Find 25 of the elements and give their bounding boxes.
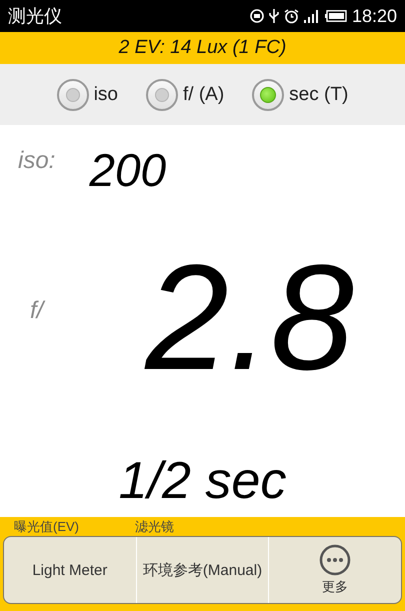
battery-icon [324,10,347,22]
more-button[interactable]: 更多 [268,537,401,603]
clock-time: 18:20 [352,6,397,26]
radio-button[interactable] [56,78,89,110]
record-icon [250,9,264,23]
iso-label: iso: [18,147,56,175]
menu-item[interactable]: 环境参考(Manual) [136,537,268,603]
more-icon [319,544,352,576]
usb-icon [268,8,279,24]
signal-icon [304,9,320,23]
radio-label[interactable]: sec (T) [289,84,348,106]
section-label: 滤光镜 [135,520,174,534]
iso-value: 200 [89,143,166,197]
radio-button[interactable] [252,78,284,110]
aperture-value: 2.8 [145,242,354,392]
section-label: 曝光值(EV) [14,520,79,534]
radio-label[interactable]: iso [94,84,118,106]
radio-label[interactable]: f/ (A) [183,84,224,106]
app-title: 测光仪 [8,5,63,28]
exposure-reading: 2 EV: 14 Lux (1 FC) [118,37,286,59]
aperture-label: f/ [30,297,44,325]
shutter-value: 1/2 sec [118,451,286,511]
alarm-icon [284,8,299,24]
radio-button[interactable] [146,78,178,110]
menu-item[interactable]: Light Meter [4,537,136,603]
